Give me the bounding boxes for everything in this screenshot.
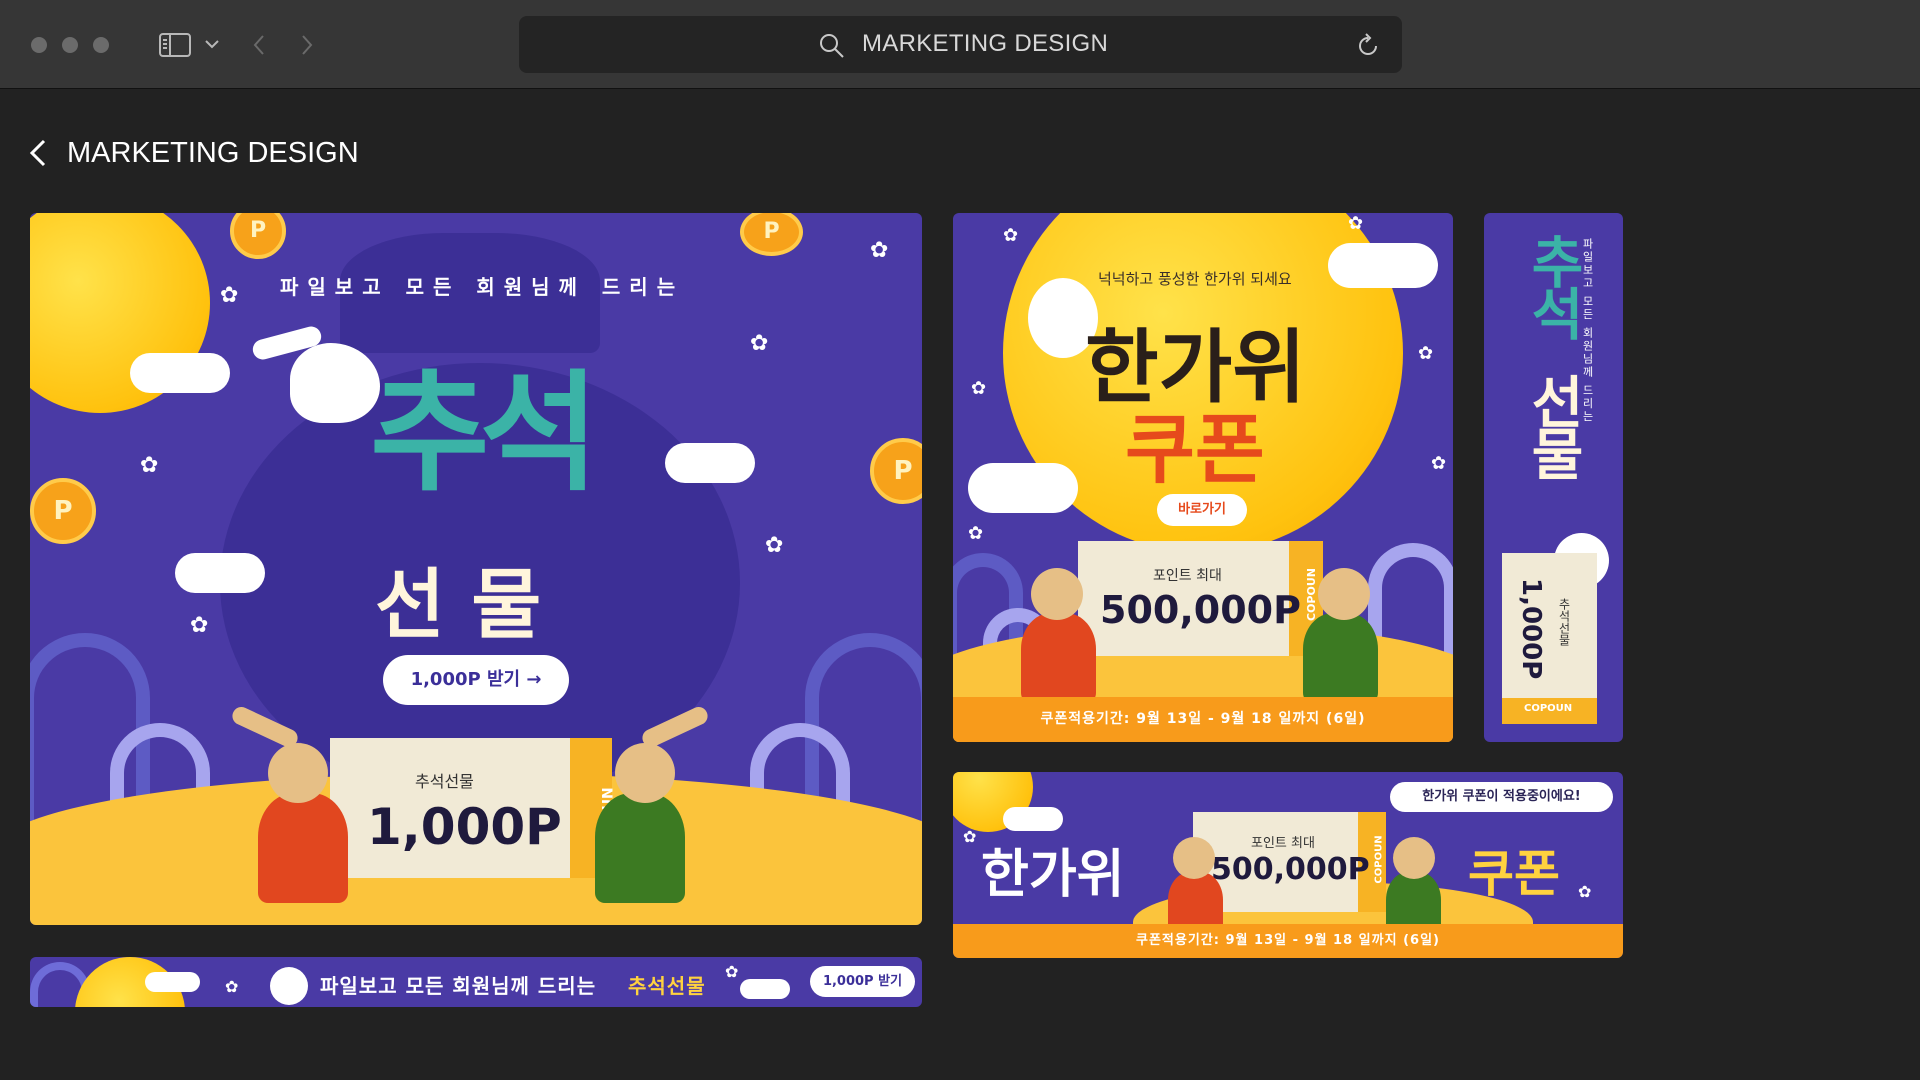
coin-icon: P bbox=[30, 478, 96, 544]
banner-square-tagline: 넉넉하고 풍성한 한가위 되세요 bbox=[1098, 270, 1292, 288]
cloud-decoration bbox=[665, 443, 755, 483]
cloud-decoration bbox=[740, 979, 790, 999]
address-text[interactable]: MARKETING DESIGN bbox=[862, 30, 1108, 58]
flower-icon: ✿ bbox=[220, 283, 239, 308]
banner-landscape[interactable]: ✿ ✿ 한가위 포인트 최대 500,000P COPOUN 쿠폰 한가위 쿠폰… bbox=[953, 772, 1623, 958]
rabbit-green-hanbok bbox=[1303, 613, 1378, 703]
banner-landscape-subtitle: 쿠폰 bbox=[1468, 845, 1560, 903]
flower-icon: ✿ bbox=[963, 827, 977, 846]
coupon-ticket-label: 추석선물 bbox=[1557, 598, 1571, 646]
coupon-mark: COPOUN bbox=[1304, 568, 1318, 621]
forward-arrow-icon[interactable] bbox=[300, 33, 314, 57]
coupon-ticket-value: 1,000P bbox=[367, 798, 562, 856]
banner-main[interactable]: P P P P ✿ ✿ ✿ ✿ ✿ ✿ 파일보고 모든 회원님께 드리는 추석 … bbox=[30, 213, 922, 925]
banner-square-footer: 쿠폰적용기간: 9월 13일 - 9월 18 일까지 (6일) bbox=[953, 697, 1453, 742]
cloud-decoration bbox=[175, 553, 265, 593]
coupon-mark: COPOUN bbox=[1524, 703, 1573, 714]
banner-main-tagline: 파일보고 모든 회원님께 드리는 bbox=[280, 275, 685, 299]
banner-main-title-bottom: 선 물 bbox=[375, 560, 542, 649]
banner-square-go-button[interactable]: 바로가기 bbox=[1157, 494, 1247, 526]
flower-icon: ✿ bbox=[1348, 213, 1364, 234]
coupon-ticket-label: 포인트 최대 bbox=[1153, 568, 1222, 584]
rabbit-illustration bbox=[290, 343, 380, 423]
coupon-mark: COPOUN bbox=[1373, 835, 1385, 884]
zoom-window-button[interactable] bbox=[93, 37, 109, 53]
flower-icon: ✿ bbox=[725, 962, 739, 981]
flower-icon: ✿ bbox=[225, 977, 239, 996]
rabbit-illustration bbox=[270, 967, 308, 1005]
banner-landscape-title: 한가위 bbox=[981, 845, 1125, 905]
banner-landscape-footer: 쿠폰적용기간: 9월 13일 - 9월 18 일까지 (6일) bbox=[953, 924, 1623, 958]
flower-icon: ✿ bbox=[1418, 343, 1434, 364]
cloud-decoration bbox=[130, 353, 230, 393]
banner-main-title-top: 추석 bbox=[370, 357, 599, 509]
cloud-decoration bbox=[145, 972, 200, 992]
banner-square-subtitle: 쿠폰 bbox=[1125, 405, 1265, 494]
banner-wide-get-points-button[interactable]: 1,000P 받기 bbox=[810, 966, 915, 997]
cloud-decoration bbox=[968, 463, 1078, 513]
search-icon bbox=[820, 34, 844, 58]
flower-icon: ✿ bbox=[971, 378, 987, 399]
flower-icon: ✿ bbox=[750, 331, 769, 356]
speech-bubble: 한가위 쿠폰이 적용중이에요! bbox=[1390, 782, 1613, 812]
close-window-button[interactable] bbox=[31, 37, 47, 53]
banner-wide-tagline: 파일보고 모든 회원님께 드리는 bbox=[320, 974, 597, 998]
cloud-decoration bbox=[1328, 243, 1438, 288]
flower-icon: ✿ bbox=[140, 453, 159, 478]
coin-icon: P bbox=[230, 213, 286, 259]
page-title: MARKETING DESIGN bbox=[67, 137, 359, 169]
flower-icon: ✿ bbox=[870, 238, 889, 263]
rabbit-head bbox=[615, 743, 675, 803]
banner-main-get-points-button[interactable]: 1,000P 받기 → bbox=[383, 655, 569, 705]
rabbit-head bbox=[1393, 837, 1435, 879]
flower-icon: ✿ bbox=[1003, 225, 1019, 246]
flower-icon: ✿ bbox=[1578, 882, 1592, 901]
minimize-window-button[interactable] bbox=[62, 37, 78, 53]
rabbit-head bbox=[1318, 568, 1370, 620]
banner-vertical[interactable]: 추석 선물 파일보고 모든 회원님께 드리는 1,000P 추석선물 COPOU… bbox=[1484, 213, 1623, 742]
banner-wide-highlight: 추석선물 bbox=[628, 974, 706, 998]
flower-icon: ✿ bbox=[1431, 453, 1447, 474]
rabbit-red-hanbok bbox=[1021, 613, 1096, 703]
rabbit-head bbox=[1031, 568, 1083, 620]
flower-icon: ✿ bbox=[968, 523, 984, 544]
coin-icon: P bbox=[870, 438, 922, 504]
banner-square[interactable]: ✿ ✿ ✿ ✿ ✿ ✿ 넉넉하고 풍성한 한가위 되세요 한가위 쿠폰 바로가기… bbox=[953, 213, 1453, 742]
coupon-ticket-value: 500,000P bbox=[1211, 852, 1370, 887]
window-titlebar: MARKETING DESIGN bbox=[0, 0, 1920, 89]
banner-wide[interactable]: ✿ ✿ 파일보고 모든 회원님께 드리는 추석선물 1,000P 받기 bbox=[30, 957, 922, 1007]
rabbit-head bbox=[1173, 837, 1215, 879]
back-chevron-icon[interactable] bbox=[28, 138, 48, 168]
rabbit-red-hanbok bbox=[258, 793, 348, 903]
coupon-ticket-value: 500,000P bbox=[1100, 588, 1301, 632]
rabbit-head bbox=[268, 743, 328, 803]
banner-vertical-tagline: 파일보고 모든 회원님께 드리는 bbox=[1581, 238, 1594, 424]
rabbit-green-hanbok bbox=[595, 793, 685, 903]
coin-icon: P bbox=[740, 213, 803, 256]
sidebar-toggle-icon[interactable] bbox=[159, 33, 193, 57]
cloud-decoration bbox=[1003, 807, 1063, 831]
flower-icon: ✿ bbox=[765, 533, 784, 558]
chevron-down-icon[interactable] bbox=[204, 38, 220, 50]
back-arrow-icon[interactable] bbox=[252, 33, 266, 57]
reload-icon[interactable] bbox=[1354, 32, 1382, 60]
flower-icon: ✿ bbox=[190, 613, 209, 638]
coupon-ticket-label: 포인트 최대 bbox=[1251, 836, 1315, 851]
coupon-ticket-value: 1,000P bbox=[1516, 578, 1546, 680]
coupon-ticket-label: 추석선물 bbox=[415, 772, 474, 791]
